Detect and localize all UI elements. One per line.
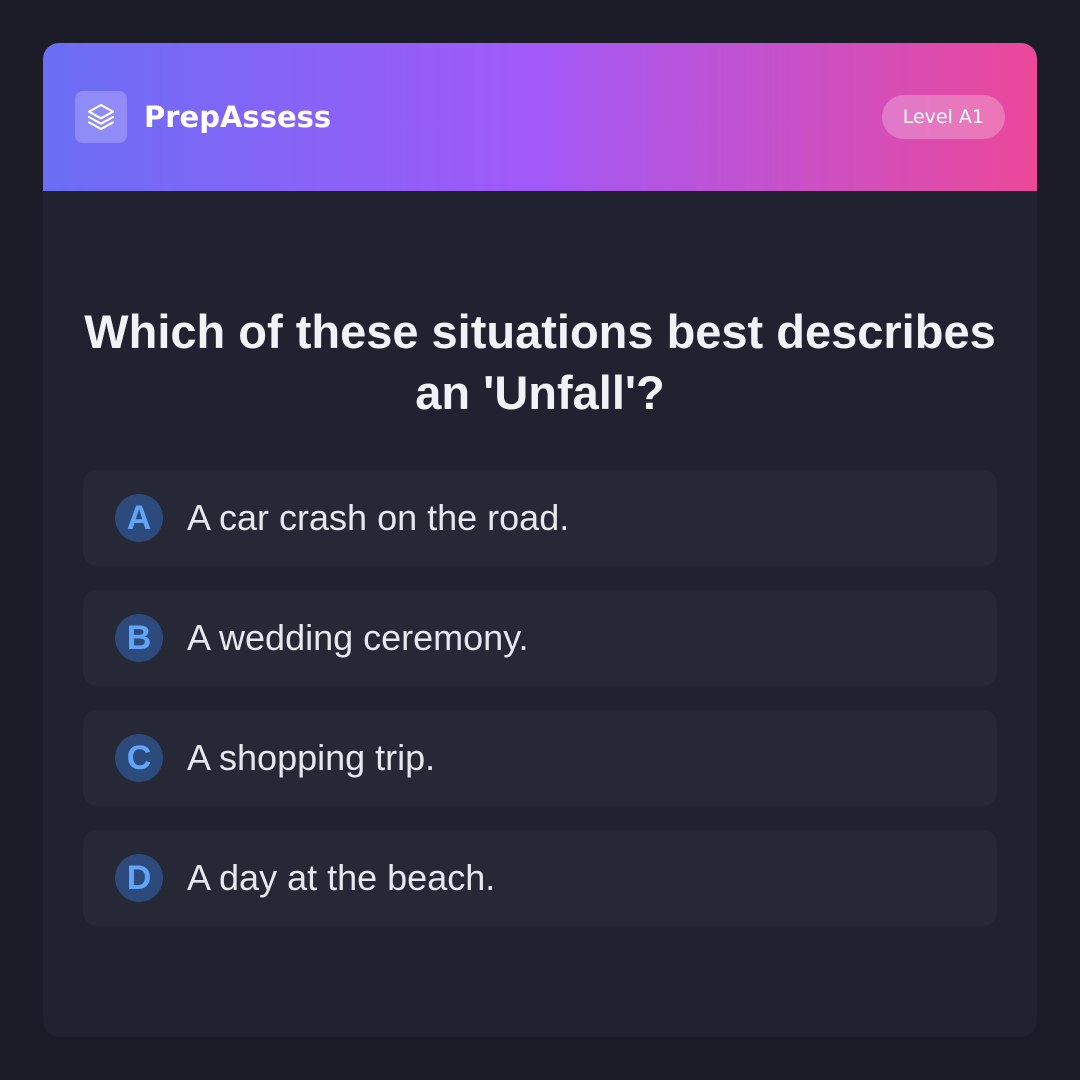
- brand-name: PrepAssess: [144, 100, 332, 134]
- answer-options: A A car crash on the road. B A wedding c…: [83, 470, 997, 950]
- option-d[interactable]: D A day at the beach.: [83, 830, 997, 926]
- option-text: A day at the beach.: [187, 857, 496, 898]
- option-text: A wedding ceremony.: [187, 617, 529, 658]
- option-letter-badge: B: [115, 614, 163, 662]
- option-letter-badge: D: [115, 854, 163, 902]
- option-letter-badge: C: [115, 734, 163, 782]
- option-text: A shopping trip.: [187, 737, 436, 778]
- option-text: A car crash on the road.: [187, 497, 570, 538]
- option-letter-badge: A: [115, 494, 163, 542]
- level-badge: Level A1: [881, 95, 1005, 139]
- quiz-header: PrepAssess Level A1: [43, 43, 1037, 191]
- quiz-card: PrepAssess Level A1 Which of these situa…: [43, 43, 1037, 1037]
- question-text: Which of these situations best describes…: [84, 305, 996, 419]
- option-c[interactable]: C A shopping trip.: [83, 710, 997, 806]
- option-a[interactable]: A A car crash on the road.: [83, 470, 997, 566]
- layers-icon: [75, 91, 127, 143]
- option-b[interactable]: B A wedding ceremony.: [83, 590, 997, 686]
